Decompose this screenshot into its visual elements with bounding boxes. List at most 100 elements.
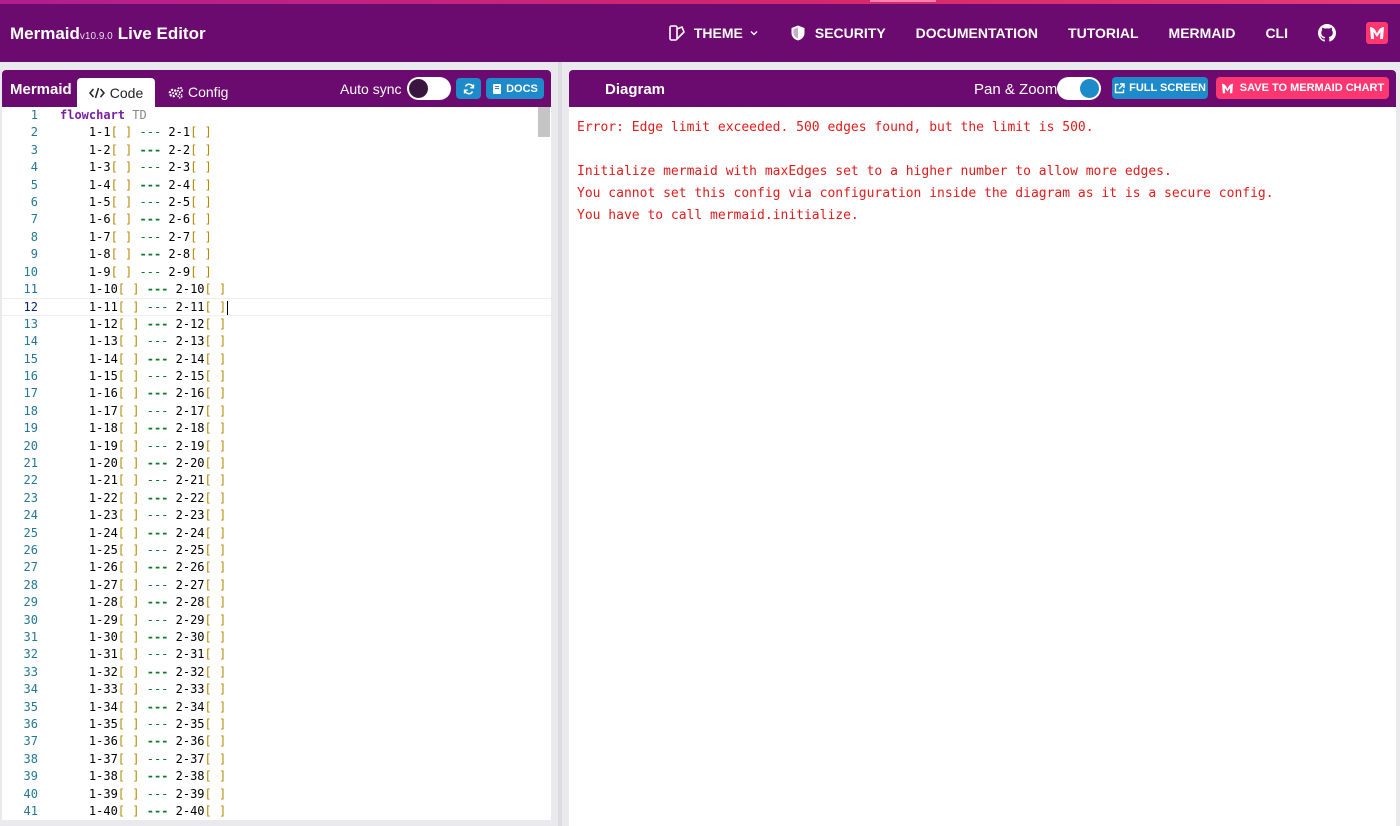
line-number: 35 <box>23 699 38 714</box>
code-line[interactable]: 30 1-29[ ] --- 2-29[ ] <box>2 612 551 629</box>
editor-panel-header: Mermaid Code Config Auto sync DOCS <box>2 70 551 108</box>
node-bracket: [ ] <box>117 403 140 418</box>
line-text: 1-31[ ] --- 2-31[ ] <box>60 647 227 662</box>
line-text: 1-6[ ] --- 2-6[ ] <box>60 212 212 227</box>
node-bracket: [ ] <box>190 229 212 244</box>
save-to-mermaid-chart-button[interactable]: SAVE TO MERMAID CHART <box>1216 77 1389 99</box>
code-line[interactable]: 22 1-21[ ] --- 2-21[ ] <box>2 472 551 489</box>
code-line[interactable]: 33 1-32[ ] --- 2-32[ ] <box>2 664 551 681</box>
tutorial-link[interactable]: TUTORIAL <box>1068 25 1139 41</box>
node-bracket: [ ] <box>110 125 133 140</box>
node-bracket: [ ] <box>204 334 227 349</box>
line-text: 1-22[ ] --- 2-22[ ] <box>60 490 227 505</box>
code-line[interactable]: 15 1-14[ ] --- 2-14[ ] <box>2 351 551 368</box>
sync-button[interactable] <box>456 78 481 99</box>
auto-sync-label: Auto sync <box>340 81 402 97</box>
code-line[interactable]: 19 1-18[ ] --- 2-18[ ] <box>2 420 551 437</box>
line-text: 1-27[ ] --- 2-27[ ] <box>60 577 227 592</box>
cli-link[interactable]: CLI <box>1265 25 1288 41</box>
line-number: 33 <box>23 664 38 679</box>
edge-arrow: --- <box>146 386 169 401</box>
code-line[interactable]: 21 1-20[ ] --- 2-20[ ] <box>2 455 551 472</box>
auto-sync-toggle[interactable] <box>407 77 451 100</box>
code-line[interactable]: 10 1-9[ ] --- 2-9[ ] <box>2 264 551 281</box>
code-line[interactable]: 26 1-25[ ] --- 2-25[ ] <box>2 542 551 559</box>
line-text: 1-36[ ] --- 2-36[ ] <box>60 734 227 749</box>
node-bracket: [ ] <box>117 438 140 453</box>
theme-label: THEME <box>693 25 743 41</box>
code-line[interactable]: 40 1-39[ ] --- 2-39[ ] <box>2 786 551 803</box>
code-line[interactable]: 3 1-2[ ] --- 2-2[ ] <box>2 142 551 159</box>
code-line[interactable]: 29 1-28[ ] --- 2-28[ ] <box>2 594 551 611</box>
code-line[interactable]: 41 1-40[ ] --- 2-40[ ] <box>2 803 551 820</box>
node-bracket: [ ] <box>117 351 140 366</box>
node-bracket: [ ] <box>204 804 227 818</box>
edge-arrow: --- <box>139 264 162 279</box>
editor-panel-title: Mermaid <box>10 81 72 98</box>
line-number: 30 <box>23 612 38 627</box>
line-number: 36 <box>23 717 38 731</box>
brand[interactable]: Mermaid v10.9.0 Live Editor <box>10 24 206 44</box>
mermaid-link[interactable]: MERMAID <box>1169 25 1236 41</box>
code-line[interactable]: 24 1-23[ ] --- 2-23[ ] <box>2 507 551 524</box>
security-link[interactable]: SECURITY <box>789 24 886 42</box>
code-line[interactable]: 16 1-15[ ] --- 2-15[ ] <box>2 368 551 385</box>
full-screen-button[interactable]: FULL SCREEN <box>1112 77 1208 99</box>
node-bracket: [ ] <box>117 369 140 383</box>
node-bracket: [ ] <box>204 717 227 731</box>
node-bracket: [ ] <box>117 751 140 766</box>
node-bracket: [ ] <box>117 386 140 401</box>
edge-arrow: --- <box>146 804 169 818</box>
code-line[interactable]: 13 1-12[ ] --- 2-12[ ] <box>2 316 551 333</box>
code-line[interactable]: 14 1-13[ ] --- 2-13[ ] <box>2 333 551 350</box>
code-line[interactable]: 32 1-31[ ] --- 2-31[ ] <box>2 646 551 663</box>
code-line[interactable]: 17 1-16[ ] --- 2-16[ ] <box>2 385 551 402</box>
node-bracket: [ ] <box>204 316 227 331</box>
line-text: 1-33[ ] --- 2-33[ ] <box>60 682 227 697</box>
code-line[interactable]: 9 1-8[ ] --- 2-8[ ] <box>2 246 551 263</box>
security-label: SECURITY <box>814 25 886 41</box>
theme-menu[interactable]: THEME <box>668 24 759 42</box>
code-line[interactable]: 20 1-19[ ] --- 2-19[ ] <box>2 438 551 455</box>
code-editor[interactable]: 1 flowchart TD 2 1-1[ ] --- 2-1[ ] 3 1-2[ ]… <box>2 107 551 820</box>
code-line[interactable]: 28 1-27[ ] --- 2-27[ ] <box>2 577 551 594</box>
code-line[interactable]: 1 flowchart TD <box>2 107 551 124</box>
tab-code[interactable]: Code <box>77 78 155 108</box>
code-line[interactable]: 18 1-17[ ] --- 2-17[ ] <box>2 403 551 420</box>
code-line[interactable]: 8 1-7[ ] --- 2-7[ ] <box>2 229 551 246</box>
node-bracket: [ ] <box>190 212 212 227</box>
tab-config[interactable]: Config <box>168 84 228 100</box>
tab-config-label: Config <box>188 84 229 100</box>
code-line[interactable]: 5 1-4[ ] --- 2-4[ ] <box>2 177 551 194</box>
line-number: 19 <box>23 421 38 436</box>
code-line[interactable]: 37 1-36[ ] --- 2-36[ ] <box>2 733 551 750</box>
panel-divider[interactable] <box>558 62 562 826</box>
node-bracket: [ ] <box>204 543 227 557</box>
code-line[interactable]: 4 1-3[ ] --- 2-3[ ] <box>2 159 551 176</box>
node-bracket: [ ] <box>117 769 140 784</box>
line-text: 1-38[ ] --- 2-38[ ] <box>60 769 227 784</box>
pan-zoom-toggle[interactable] <box>1057 77 1101 100</box>
code-line[interactable]: 2 1-1[ ] --- 2-1[ ] <box>2 124 551 141</box>
code-line[interactable]: 35 1-34[ ] --- 2-34[ ] <box>2 699 551 716</box>
edge-arrow: --- <box>146 682 169 697</box>
code-line[interactable]: 6 1-5[ ] --- 2-5[ ] <box>2 194 551 211</box>
code-line[interactable]: 34 1-33[ ] --- 2-33[ ] <box>2 681 551 698</box>
docs-button[interactable]: DOCS <box>486 78 544 99</box>
code-line[interactable]: 23 1-22[ ] --- 2-22[ ] <box>2 490 551 507</box>
edge-arrow: --- <box>146 438 169 453</box>
code-line[interactable]: 39 1-38[ ] --- 2-38[ ] <box>2 768 551 785</box>
code-line[interactable]: 7 1-6[ ] --- 2-6[ ] <box>2 211 551 228</box>
code-line[interactable]: 38 1-37[ ] --- 2-37[ ] <box>2 751 551 768</box>
code-line[interactable]: 31 1-30[ ] --- 2-30[ ] <box>2 629 551 646</box>
line-number: 31 <box>23 630 38 644</box>
documentation-link[interactable]: DOCUMENTATION <box>916 25 1038 41</box>
mermaid-chart-button[interactable] <box>1366 22 1388 44</box>
code-line[interactable]: 12 1-11[ ] --- 2-11[ ] <box>2 298 551 316</box>
code-line[interactable]: 27 1-26[ ] --- 2-26[ ] <box>2 559 551 576</box>
code-line[interactable]: 11 1-10[ ] --- 2-10[ ] <box>2 281 551 298</box>
code-line[interactable]: 36 1-35[ ] --- 2-35[ ] <box>2 716 551 733</box>
github-link[interactable] <box>1318 24 1336 42</box>
edge-arrow: --- <box>146 664 169 679</box>
code-line[interactable]: 25 1-24[ ] --- 2-24[ ] <box>2 525 551 542</box>
